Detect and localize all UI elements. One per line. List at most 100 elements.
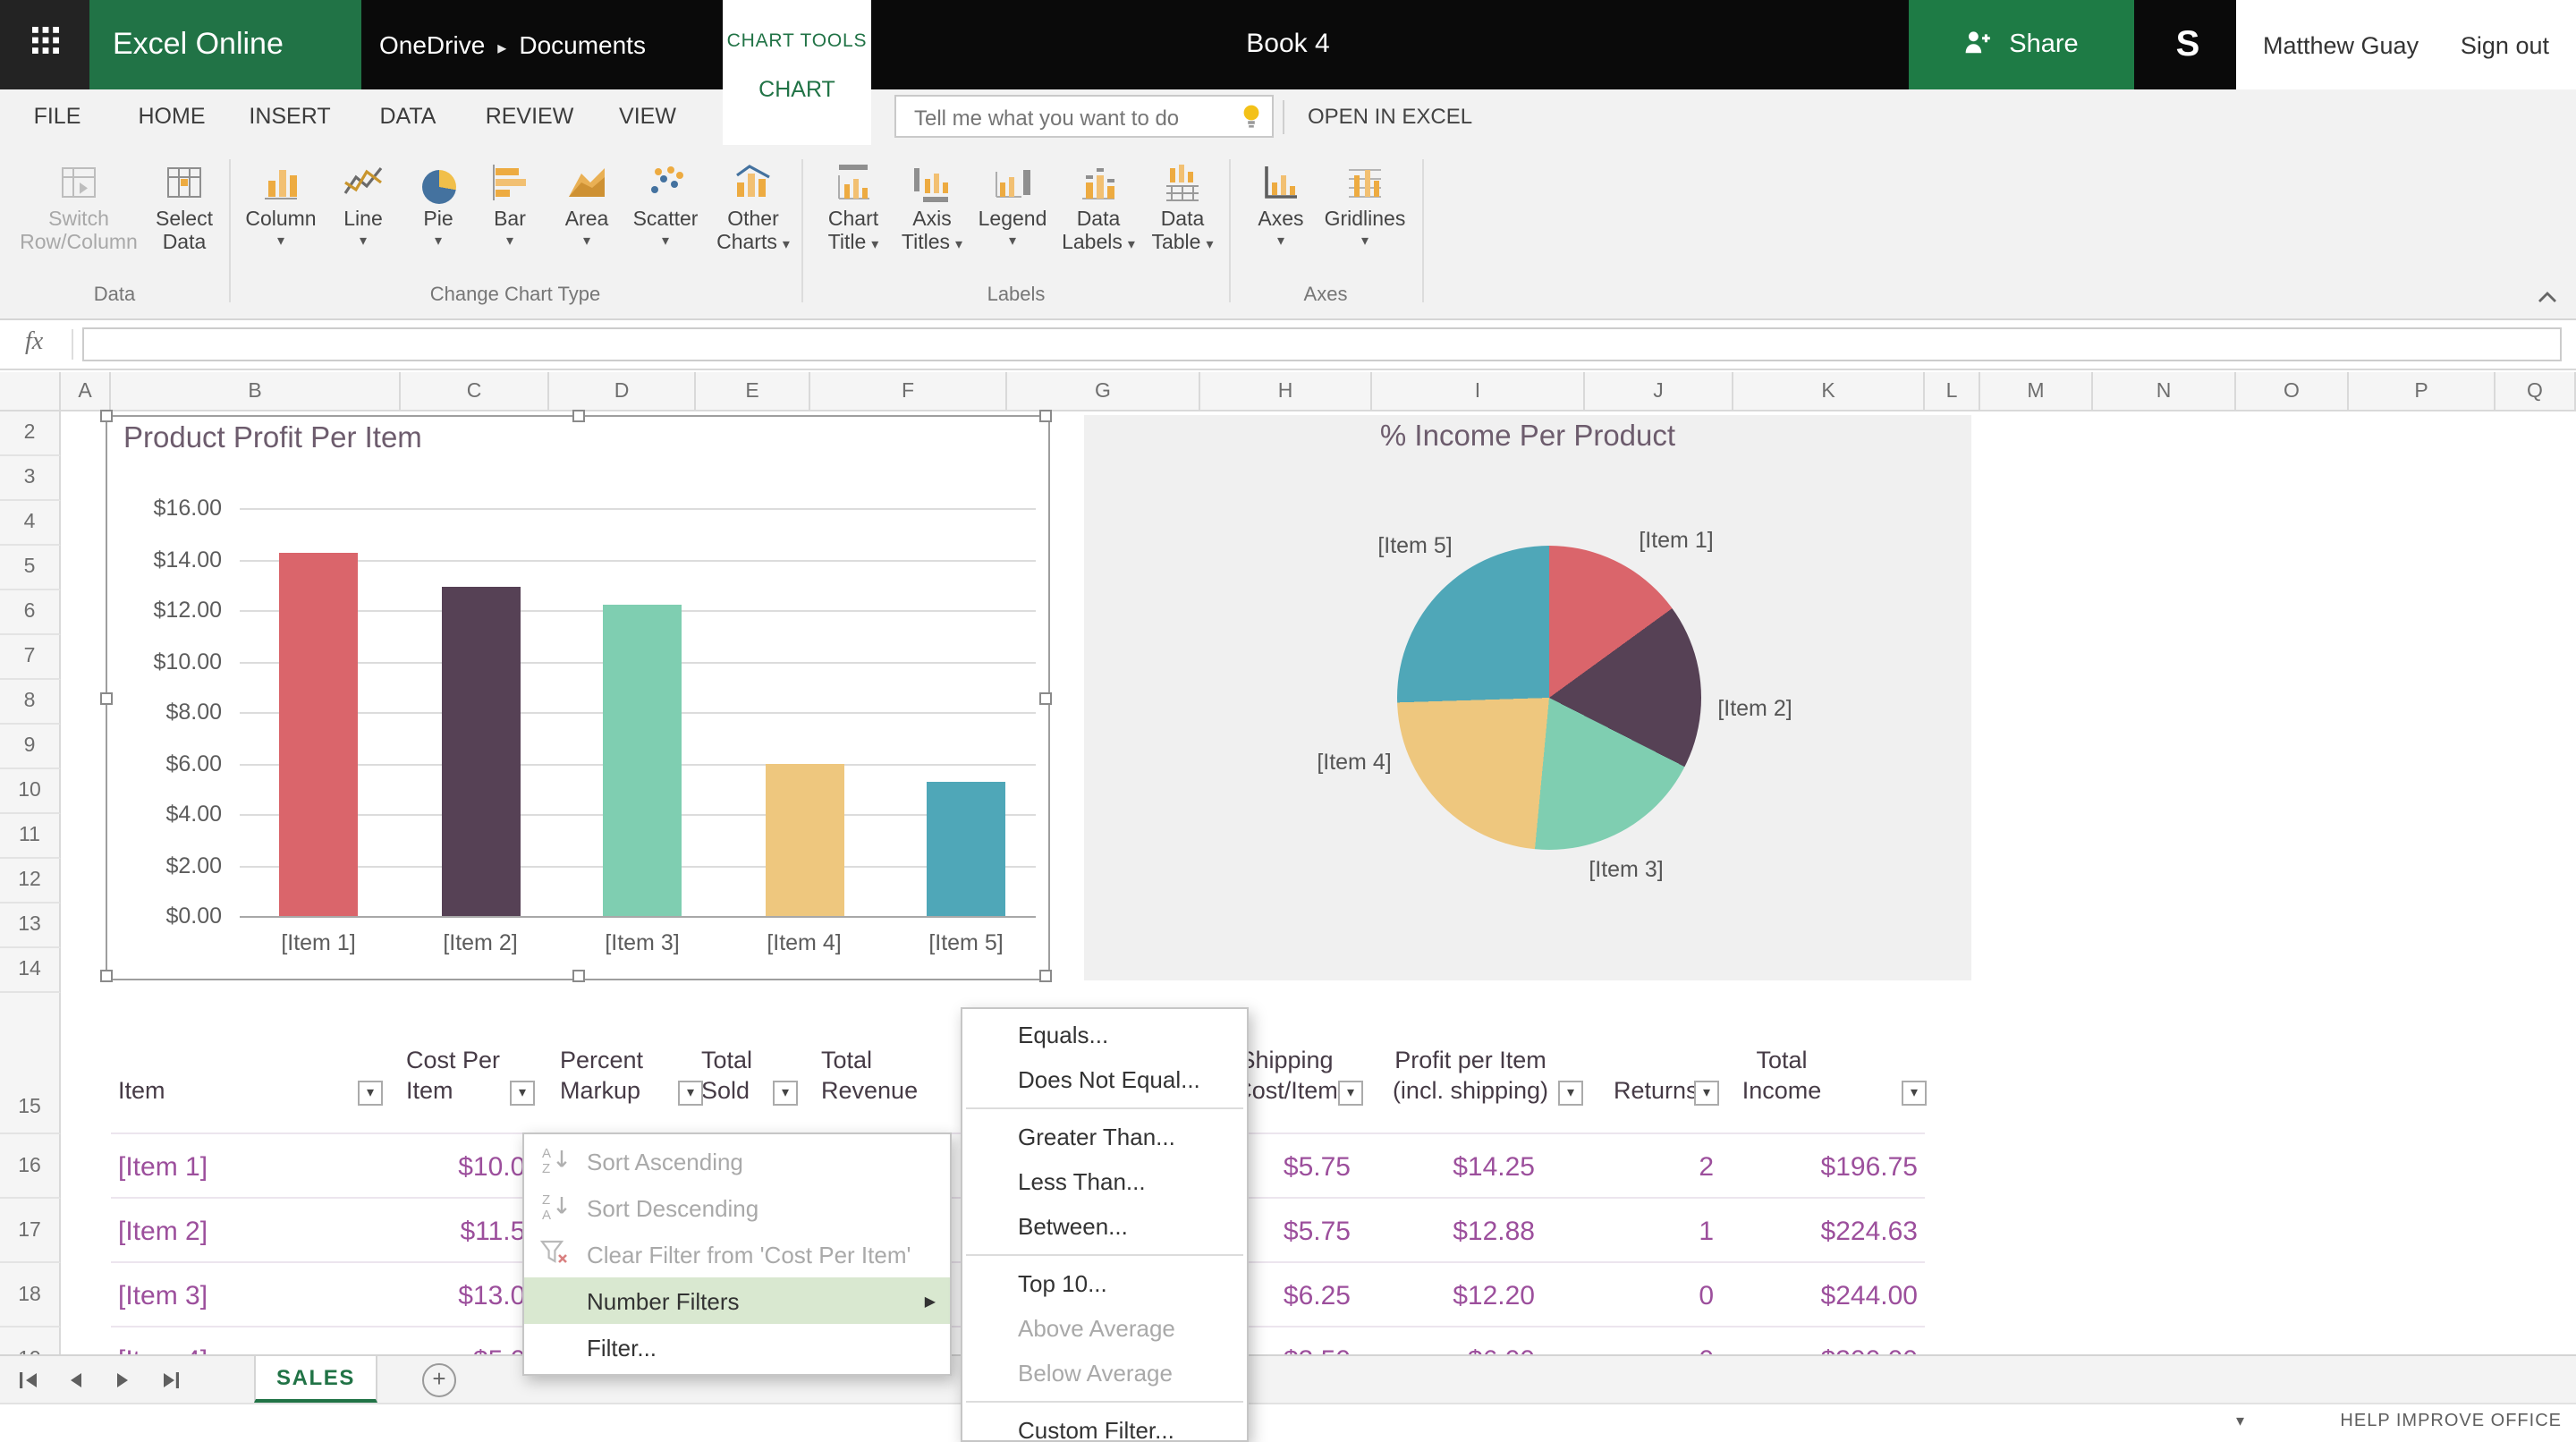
row-header[interactable]: 3 [0, 456, 61, 501]
filter-button-cost[interactable] [510, 1081, 535, 1106]
tab-home[interactable]: HOME [132, 89, 211, 145]
table-header-returns[interactable]: Returns [1614, 1075, 1699, 1106]
submenu-item-does-not-equal[interactable]: Does Not Equal... [962, 1057, 1247, 1102]
submenu-item-custom-filter[interactable]: Custom Filter... [962, 1408, 1247, 1440]
row-header[interactable]: 15 [0, 993, 61, 1134]
collapse-ribbon-button[interactable] [2537, 281, 2558, 313]
table-cell[interactable]: $12.20 [1363, 1281, 1535, 1311]
col-header[interactable]: F [810, 372, 1007, 411]
table-header-revenue[interactable]: Total Revenue [821, 1045, 918, 1106]
table-cell[interactable]: $244.00 [1728, 1281, 1918, 1311]
table-cell[interactable]: $13.00 [383, 1281, 540, 1311]
tab-data[interactable]: DATA [365, 89, 451, 145]
row-header[interactable]: 18 [0, 1263, 61, 1327]
select-data-button[interactable]: Select Data [145, 156, 224, 256]
previous-sheet-button[interactable] [61, 1367, 89, 1392]
share-button[interactable]: Share [1909, 0, 2134, 89]
filter-button-returns[interactable] [1694, 1081, 1719, 1106]
row-header[interactable]: 6 [0, 590, 61, 635]
select-all-corner[interactable] [0, 372, 61, 411]
submenu-item-equals[interactable]: Equals... [962, 1013, 1247, 1057]
area-chart-button[interactable]: Area [547, 156, 626, 249]
column-chart-button[interactable]: Column [240, 156, 322, 249]
selection-handle[interactable] [1039, 692, 1052, 705]
row-header[interactable]: 4 [0, 501, 61, 546]
selection-handle[interactable] [1039, 410, 1052, 422]
filter-button-sold[interactable] [773, 1081, 798, 1106]
row-header[interactable]: 17 [0, 1199, 61, 1263]
col-header[interactable]: M [1980, 372, 2093, 411]
col-header[interactable]: L [1925, 372, 1980, 411]
add-sheet-button[interactable]: + [422, 1363, 456, 1397]
pie-chart-button[interactable]: Pie [402, 156, 474, 249]
bar-series-point-3[interactable] [603, 605, 682, 916]
row-header[interactable]: 16 [0, 1134, 61, 1199]
selection-handle[interactable] [100, 692, 113, 705]
col-header[interactable]: C [401, 372, 549, 411]
bar-series-point-1[interactable] [279, 552, 358, 916]
formula-input[interactable] [82, 327, 2562, 361]
bar-chart-object[interactable]: Product Profit Per Item $16.00 $14.00 $1… [100, 410, 1052, 982]
table-cell[interactable]: 2 [1574, 1152, 1714, 1183]
col-header[interactable]: O [2236, 372, 2349, 411]
table-cell[interactable]: 0 [1574, 1281, 1714, 1311]
col-header[interactable]: D [549, 372, 696, 411]
table-cell[interactable]: $196.75 [1728, 1152, 1918, 1183]
col-header[interactable]: A [61, 372, 111, 411]
row-header[interactable]: 14 [0, 948, 61, 993]
axes-button[interactable]: Axes [1245, 156, 1317, 249]
col-header[interactable]: P [2349, 372, 2496, 411]
tab-review[interactable]: REVIEW [476, 89, 583, 145]
bar-series-point-4[interactable] [765, 763, 843, 916]
bar-chart-button[interactable]: Bar [474, 156, 546, 249]
table-header-sold[interactable]: Total Sold [701, 1045, 752, 1106]
selection-handle[interactable] [572, 970, 585, 982]
table-cell[interactable]: $10.00 [383, 1152, 540, 1183]
other-charts-button[interactable]: Other Charts [710, 156, 796, 256]
tab-file[interactable]: FILE [25, 89, 89, 145]
table-cell[interactable]: $11.50 [383, 1217, 540, 1247]
tell-me-input[interactable] [911, 98, 1218, 138]
col-header[interactable]: E [696, 372, 810, 411]
menu-item-number-filters[interactable]: Number Filters [524, 1277, 950, 1324]
col-header[interactable]: Q [2496, 372, 2576, 411]
submenu-item-between[interactable]: Between... [962, 1204, 1247, 1249]
bar-series-point-2[interactable] [441, 587, 520, 916]
menu-item-filter[interactable]: Filter... [524, 1324, 950, 1370]
filter-button-shipping[interactable] [1338, 1081, 1363, 1106]
table-cell[interactable]: $12.88 [1363, 1217, 1535, 1247]
row-header[interactable]: 7 [0, 635, 61, 680]
filter-button-item[interactable] [358, 1081, 383, 1106]
selection-handle[interactable] [572, 410, 585, 422]
data-table-button[interactable]: Data Table [1138, 156, 1227, 256]
filter-button-profit[interactable] [1558, 1081, 1583, 1106]
next-sheet-button[interactable] [107, 1367, 136, 1392]
table-header-cost[interactable]: Cost Per Item [406, 1045, 500, 1106]
axis-titles-button[interactable]: Axis Titles [887, 156, 977, 256]
table-header-item[interactable]: Item [118, 1075, 165, 1106]
col-header[interactable]: I [1372, 372, 1585, 411]
skype-icon[interactable]: S [2156, 0, 2220, 89]
selection-handle[interactable] [100, 410, 113, 422]
app-logo[interactable]: Excel Online [89, 0, 361, 89]
row-header[interactable]: 12 [0, 859, 61, 903]
submenu-item-less-than[interactable]: Less Than... [962, 1159, 1247, 1204]
user-name[interactable]: Matthew Guay [2263, 31, 2419, 58]
help-improve-office-link[interactable]: HELP IMPROVE OFFICE [2340, 1412, 2562, 1431]
chart-title-button[interactable]: Chart Title [809, 156, 898, 256]
gridlines-button[interactable]: Gridlines [1322, 156, 1408, 249]
filter-button-income[interactable] [1902, 1081, 1927, 1106]
selection-handle[interactable] [100, 970, 113, 982]
breadcrumb-documents[interactable]: Documents [519, 30, 646, 59]
pie-chart-object[interactable]: % Income Per Product [Item 1] [Item 2] [… [1084, 415, 1971, 980]
line-chart-button[interactable]: Line [326, 156, 401, 249]
filter-button-markup[interactable] [678, 1081, 703, 1106]
sign-out-link[interactable]: Sign out [2461, 31, 2549, 58]
tab-chart[interactable]: CHART [723, 77, 871, 102]
tab-insert[interactable]: INSERT [243, 89, 336, 145]
legend-button[interactable]: Legend [971, 156, 1054, 249]
submenu-item-top-10[interactable]: Top 10... [962, 1261, 1247, 1306]
pie-chart-title[interactable]: % Income Per Product [1084, 420, 1971, 454]
col-header[interactable]: H [1200, 372, 1372, 411]
first-sheet-button[interactable] [14, 1367, 43, 1392]
